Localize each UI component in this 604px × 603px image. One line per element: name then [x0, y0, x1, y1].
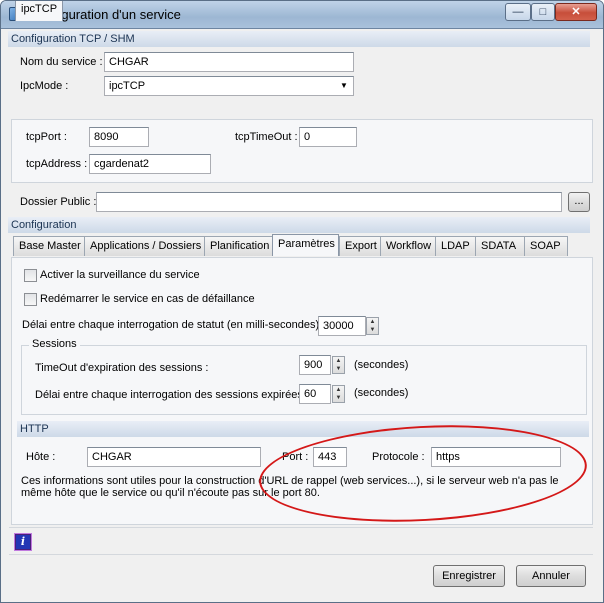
ipcmode-select[interactable]: ipcTCP ▼ — [104, 76, 354, 96]
delai-sessions-unit-label: (secondes) — [354, 387, 409, 399]
redemarrer-checkbox[interactable] — [24, 293, 37, 306]
tab-base-master[interactable]: Base Master — [13, 236, 85, 256]
tcp-section-header: Configuration TCP / SHM — [8, 31, 590, 47]
tcptimeout-input[interactable]: 0 — [299, 127, 357, 147]
spin-down-icon[interactable]: ▼ — [367, 326, 378, 334]
dossier-public-label: Dossier Public : — [20, 196, 97, 208]
tab-workflow[interactable]: Workflow — [380, 236, 436, 256]
config-section-header: Configuration — [8, 217, 590, 233]
footer-separator-2 — [9, 554, 593, 555]
config-tab-strip: Base Master Applications / Dossiers Plan… — [13, 234, 593, 258]
tab-ipctcp[interactable]: ipcTCP — [15, 1, 64, 21]
spin-down-icon[interactable]: ▼ — [333, 365, 344, 373]
tcpport-label: tcpPort : — [26, 131, 67, 143]
tcptimeout-label: tcpTimeOut : — [235, 131, 298, 143]
tab-parametres[interactable]: Paramètres — [272, 234, 339, 256]
cancel-button[interactable]: Annuler — [516, 565, 586, 587]
save-button[interactable]: Enregistrer — [433, 565, 505, 587]
nom-service-input[interactable]: CHGAR — [104, 52, 354, 72]
tab-applications-dossiers[interactable]: Applications / Dossiers — [84, 236, 205, 256]
ipcmode-value: ipcTCP — [109, 80, 146, 92]
hote-input[interactable]: CHGAR — [87, 447, 261, 467]
dossier-public-input[interactable] — [96, 192, 562, 212]
title-bar: Configuration d'un service — □ ✕ — [1, 1, 603, 29]
ipcmode-label: IpcMode : — [20, 80, 69, 92]
tab-planification[interactable]: Planification — [204, 236, 273, 256]
timeout-sessions-label: TimeOut d'expiration des sessions : — [35, 362, 209, 374]
delai-statut-spinner[interactable]: ▲ ▼ — [366, 317, 379, 335]
tab-ldap[interactable]: LDAP — [435, 236, 476, 256]
maximize-button[interactable]: □ — [531, 3, 555, 21]
tcpaddress-label: tcpAddress : — [26, 158, 88, 170]
footer-separator — [9, 527, 593, 528]
tab-soap[interactable]: SOAP — [524, 236, 568, 256]
spin-up-icon[interactable]: ▲ — [367, 318, 378, 326]
close-button[interactable]: ✕ — [555, 3, 597, 21]
delai-sessions-label: Délai entre chaque interrogation des ses… — [35, 389, 309, 401]
surveillance-label: Activer la surveillance du service — [40, 269, 200, 281]
nom-service-label: Nom du service : — [20, 56, 103, 68]
surveillance-checkbox[interactable] — [24, 269, 37, 282]
minimize-button[interactable]: — — [505, 3, 531, 21]
tcpport-input[interactable]: 8090 — [89, 127, 149, 147]
info-icon[interactable]: i — [15, 534, 31, 550]
spin-up-icon[interactable]: ▲ — [333, 357, 344, 365]
delai-sessions-spinner[interactable]: ▲ ▼ — [332, 385, 345, 403]
sessions-header: Sessions — [29, 338, 80, 350]
delai-statut-input[interactable]: 30000 — [318, 316, 366, 336]
delai-sessions-input[interactable]: 60 — [299, 384, 331, 404]
delai-statut-label: Délai entre chaque interrogation de stat… — [22, 319, 326, 331]
dropdown-arrow-icon: ▼ — [340, 81, 348, 90]
timeout-unit-label: (secondes) — [354, 359, 409, 371]
timeout-sessions-spinner[interactable]: ▲ ▼ — [332, 356, 345, 374]
tab-sdata[interactable]: SDATA — [475, 236, 525, 256]
timeout-sessions-input[interactable]: 900 — [299, 355, 331, 375]
spin-up-icon[interactable]: ▲ — [333, 386, 344, 394]
redemarrer-label: Redémarrer le service en cas de défailla… — [40, 293, 255, 305]
spin-down-icon[interactable]: ▼ — [333, 394, 344, 402]
tcpaddress-input[interactable]: cgardenat2 — [89, 154, 211, 174]
hote-label: Hôte : — [26, 451, 56, 463]
tab-export[interactable]: Export — [339, 236, 381, 256]
browse-button[interactable]: ... — [568, 192, 590, 212]
dialog-window: Configuration d'un service — □ ✕ Configu… — [0, 0, 604, 603]
